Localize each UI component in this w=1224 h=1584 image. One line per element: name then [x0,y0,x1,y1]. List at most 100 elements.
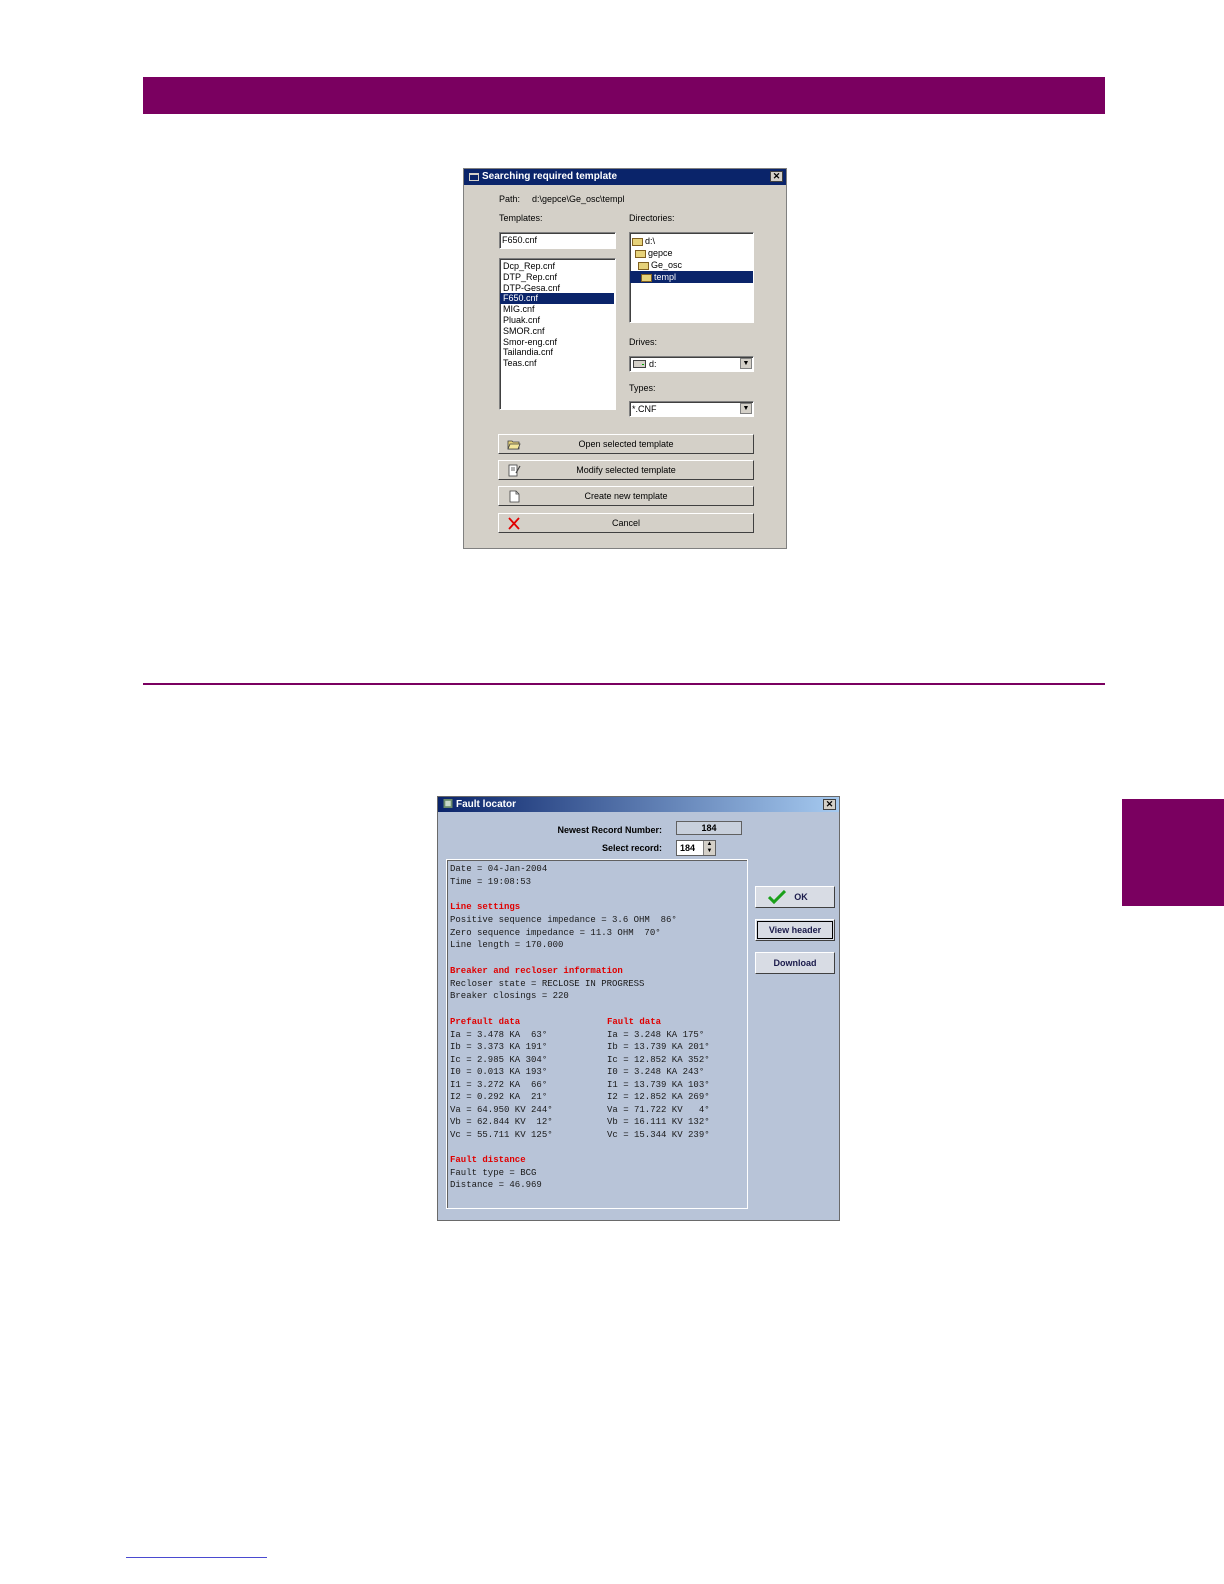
prefault-value: Vc = 55.711 KV 125° [450,1130,553,1140]
fault-value: Ic = 12.852 KA 352° [607,1055,710,1065]
prefault-value: I1 = 3.272 KA 66° [450,1080,548,1090]
list-item[interactable]: Teas.cnf [500,358,615,369]
directories-label: Directories: [629,213,675,223]
prefault-heading: Prefault data [450,1017,521,1027]
chapter-side-tab [1122,799,1224,906]
list-item[interactable]: SMOR.cnf [500,326,615,337]
line-settings-heading: Line settings [450,902,521,912]
check-icon [768,890,786,904]
report-line: Recloser state = RECLOSE IN PROGRESS [450,979,645,989]
list-item[interactable]: Pluak.cnf [500,315,615,326]
prefault-value: I0 = 0.013 KA 193° [450,1067,548,1077]
prefault-value: Ib = 3.373 KA 191° [450,1042,548,1052]
list-item-selected[interactable]: F650.cnf [500,293,614,305]
template-name-input[interactable]: F650.cnf [499,232,616,249]
chevron-down-icon[interactable]: ▼ [740,403,752,414]
ok-button[interactable]: OK [755,886,835,908]
select-record-value: 184 [680,843,696,853]
fault-value: I1 = 13.739 KA 103° [607,1080,710,1090]
drives-label: Drives: [629,337,658,347]
create-template-button[interactable]: Create new template [498,486,754,506]
chevron-down-icon[interactable]: ▼ [740,358,752,369]
types-select[interactable]: *.CNF ▼ [629,401,754,417]
drives-select[interactable]: d: ▼ [629,356,754,372]
templates-label: Templates: [499,213,543,223]
fault-value: Va = 71.722 KV 4° [607,1105,710,1115]
template-search-dialog: Searching required template ✕ Path: d:\g… [463,168,787,549]
report-line: Positive sequence impedance = 3.6 OHM 86… [450,915,677,925]
fault-locator-dialog: Fault locator ✕ Newest Record Number: 18… [437,796,840,1221]
fault-value: Vc = 15.344 KV 239° [607,1130,710,1140]
drive-icon [633,360,646,368]
directories-list[interactable]: d:\ gepce Ge_osc templ [629,232,754,323]
folder-open-icon [632,237,643,246]
fault-dialog-title: Fault locator [456,799,517,810]
folder-open-icon [635,249,646,258]
newest-record-value: 184 [676,821,742,835]
report-line: Distance = 46.969 [450,1180,542,1190]
open-template-label: Open selected template [578,439,674,449]
modify-template-button[interactable]: Modify selected template [498,460,754,480]
prefault-value: Va = 64.950 KV 244° [450,1105,553,1115]
list-item[interactable]: Dcp_Rep.cnf [500,261,615,272]
directory-item[interactable]: gepce [630,247,753,259]
list-item[interactable]: MIG.cnf [500,304,615,315]
prefault-value: Ia = 3.478 KA 63° [450,1030,548,1040]
download-label: Download [773,958,817,968]
templates-list[interactable]: Dcp_Rep.cnf DTP_Rep.cnf DTP-Gesa.cnf F65… [499,258,616,410]
folder-open-icon [638,261,649,270]
directory-item[interactable]: d:\ [630,235,753,247]
fault-value: I2 = 12.852 KA 269° [607,1092,710,1102]
folder-open-icon [641,273,652,282]
path-value: d:\gepce\Ge_osc\templ [532,194,625,204]
create-template-label: Create new template [584,491,668,501]
report-time: Time = 19:08:53 [450,877,532,887]
template-name-input-text: F650.cnf [502,235,538,245]
footer-rule [126,1557,267,1558]
fault-value: Ia = 3.248 KA 175° [607,1030,705,1040]
ok-label: OK [794,892,808,902]
modify-template-label: Modify selected template [576,465,676,475]
fault-report-panel: Date = 04-Jan-2004 Time = 19:08:53 Line … [446,859,748,1209]
drive-value: d: [649,359,657,369]
prefault-value: Vb = 62.844 KV 12° [450,1117,553,1127]
list-item[interactable]: DTP_Rep.cnf [500,272,615,283]
report-line: Breaker closings = 220 [450,991,569,1001]
download-button[interactable]: Download [755,952,835,974]
select-record-label: Select record: [601,843,662,853]
prefault-value: I2 = 0.292 KA 21° [450,1092,548,1102]
app-icon [469,173,479,181]
fault-value: Ib = 13.739 KA 201° [607,1042,710,1052]
fault-distance-heading: Fault distance [450,1155,526,1165]
fault-dialog-close-button[interactable]: ✕ [823,799,836,810]
chapter-header-bar [143,77,1105,114]
report-line: Line length = 170.000 [450,940,564,950]
fault-dialog-titlebar[interactable]: Fault locator ✕ [438,797,839,812]
view-header-button[interactable]: View header [755,919,835,941]
newest-record-label: Newest Record Number: [557,825,662,835]
template-dialog-title: Searching required template [482,171,618,182]
list-item[interactable]: Smor-eng.cnf [500,337,615,348]
select-record-spinner[interactable]: 184 ▲ ▼ [676,840,716,856]
report-date: Date = 04-Jan-2004 [450,864,548,874]
report-line: Zero sequence impedance = 11.3 OHM 70° [450,928,661,938]
list-item[interactable]: Tailandia.cnf [500,347,615,358]
cancel-label: Cancel [611,518,640,528]
template-dialog-titlebar[interactable]: Searching required template ✕ [464,169,786,185]
directory-item[interactable]: Ge_osc [630,259,753,271]
cancel-button[interactable]: Cancel [498,513,754,533]
fault-value: I0 = 3.248 KA 243° [607,1067,705,1077]
fault-value: Vb = 16.111 KV 132° [607,1117,710,1127]
directory-item-selected[interactable]: templ [630,271,753,283]
type-value: *.CNF [632,404,657,414]
spinner-arrows-icon[interactable]: ▲ ▼ [703,841,715,855]
report-line: Fault type = BCG [450,1168,537,1178]
section-divider [143,683,1105,685]
types-label: Types: [629,383,656,393]
open-template-button[interactable]: Open selected template [498,434,754,454]
fault-data-heading: Fault data [607,1017,662,1027]
breaker-heading: Breaker and recloser information [450,966,623,976]
list-item[interactable]: DTP-Gesa.cnf [500,283,615,294]
template-dialog-close-button[interactable]: ✕ [770,171,783,182]
view-header-label: View header [768,925,822,935]
